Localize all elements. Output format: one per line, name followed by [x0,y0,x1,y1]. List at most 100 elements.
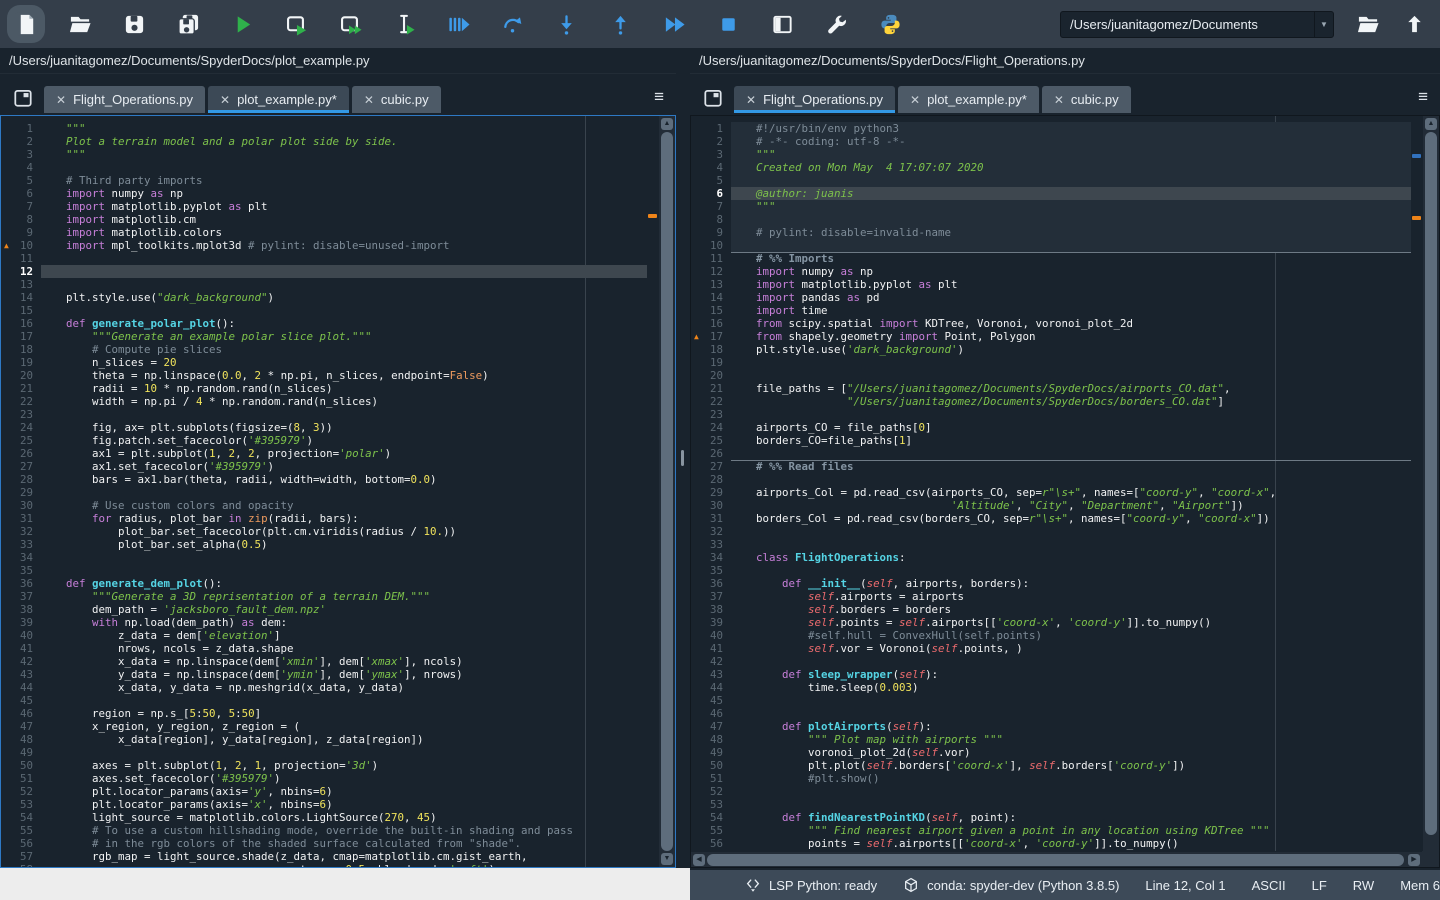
open-file-button[interactable] [68,12,92,36]
line-number[interactable]: 36 [1,577,41,590]
code-line[interactable]: @author: juanis [731,187,1411,200]
code-line[interactable]: points = self.airports[['coord-x', 'coor… [731,837,1411,850]
tab-Flight_Operations.py[interactable]: ✕Flight_Operations.py [44,86,205,113]
line-number[interactable]: 26 [1,447,41,460]
code-line[interactable] [41,551,647,564]
line-number[interactable]: 34 [691,551,731,564]
close-tab-icon[interactable]: ✕ [220,93,230,107]
line-number-gutter[interactable]: 12345678910111213141516▲1718192021222324… [691,116,731,867]
code-line[interactable]: import matplotlib.cm [41,213,647,226]
code-line[interactable]: ax1.set_facecolor('#395979') [41,460,647,473]
close-tab-icon[interactable]: ✕ [746,93,756,107]
code-line[interactable]: light_source = matplotlib.colors.LightSo… [41,811,647,824]
line-number-gutter[interactable]: 123456789▲101112131415161718192021222324… [1,116,41,867]
line-number[interactable]: 5 [691,174,731,187]
scrollbar-thumb[interactable] [661,132,673,851]
run-cell-button[interactable] [284,12,308,36]
scroll-up-button[interactable]: ▲ [661,118,673,130]
line-number[interactable]: 27 [691,460,731,473]
line-number[interactable]: 50 [1,759,41,772]
tab-plot_example.py[interactable]: ✕plot_example.py* [208,86,349,113]
code-line[interactable]: import numpy as np [731,265,1411,278]
code-line[interactable]: self.borders = borders [731,603,1411,616]
line-number[interactable]: 23 [691,408,731,421]
line-number[interactable]: 31 [1,512,41,525]
line-number[interactable]: 55 [1,824,41,837]
line-number[interactable]: 53 [691,798,731,811]
horizontal-scrollbar[interactable]: ◀ ▶ [691,851,1422,867]
code-line[interactable]: x_region, y_region, z_region = ( [41,720,647,733]
line-number[interactable]: 6 [691,187,731,200]
line-number[interactable]: 47 [1,720,41,733]
lsp-status[interactable]: LSP Python: ready [745,877,877,893]
line-number[interactable]: 45 [1,694,41,707]
vertical-scrollbar[interactable]: ▲ [1422,116,1439,851]
line-number[interactable]: 53 [1,798,41,811]
line-number[interactable]: 40 [691,629,731,642]
code-line[interactable]: borders_Col = pd.read_csv(borders_CO, se… [731,512,1411,525]
code-line[interactable]: # Compute pie slices [41,343,647,356]
code-line[interactable]: def __init__(self, airports, borders): [731,577,1411,590]
code-line[interactable]: with np.load(dem_path) as dem: [41,616,647,629]
line-number[interactable]: 39 [691,616,731,629]
line-number[interactable]: 54 [691,811,731,824]
line-number[interactable]: 41 [1,642,41,655]
line-number[interactable]: 29 [1,486,41,499]
pane-splitter[interactable] [676,48,690,868]
code-line[interactable] [41,304,647,317]
working-directory-combobox[interactable]: /Users/juanitagomez/Documents ▼ [1060,11,1334,38]
code-line[interactable]: from shapely.geometry import Point, Poly… [731,330,1411,343]
code-line[interactable]: "/Users/juanitagomez/Documents/SpyderDoc… [731,395,1411,408]
step-into-button[interactable] [554,12,578,36]
line-number[interactable]: 41 [691,642,731,655]
line-number[interactable]: 4 [1,161,41,174]
line-number[interactable]: 32 [691,525,731,538]
preferences-button[interactable] [824,12,848,36]
code-line[interactable] [731,525,1411,538]
line-number[interactable]: 8 [691,213,731,226]
line-number[interactable]: 15 [1,304,41,317]
vertical-scrollbar[interactable]: ▲ ▼ [658,116,675,867]
code-line[interactable]: # To use a custom hillshading mode, over… [41,824,647,837]
line-number[interactable]: 35 [1,564,41,577]
code-line[interactable]: ax1 = plt.subplot(1, 2, 2, projection='p… [41,447,647,460]
line-number[interactable]: 22 [1,395,41,408]
line-number[interactable]: 54 [1,811,41,824]
code-area[interactable]: #!/usr/bin/env python3# -*- coding: utf-… [731,116,1411,867]
code-editor[interactable]: 123456789▲101112131415161718192021222324… [0,115,676,868]
code-line[interactable]: # pylint: disable=invalid-name [731,226,1411,239]
line-number[interactable]: 13 [691,278,731,291]
line-number[interactable]: 46 [1,707,41,720]
scroll-left-button[interactable]: ◀ [693,854,705,866]
chevron-down-icon[interactable]: ▼ [1314,12,1333,37]
line-number[interactable]: 57 [1,850,41,863]
close-tab-icon[interactable]: ✕ [910,93,920,107]
line-number[interactable]: 40 [1,629,41,642]
code-line[interactable]: """ [41,148,647,161]
line-number[interactable]: 1 [691,122,731,135]
code-line[interactable] [41,564,647,577]
code-line[interactable]: import pandas as pd [731,291,1411,304]
code-line[interactable] [41,161,647,174]
code-line[interactable]: fig, ax= plt.subplots(figsize=(8, 3)) [41,421,647,434]
code-line[interactable]: self.points = self.airports[['coord-x', … [731,616,1411,629]
code-line[interactable] [731,408,1411,421]
line-number[interactable]: 26 [691,447,731,460]
code-line[interactable] [41,694,647,707]
code-line[interactable]: """ [731,200,1411,213]
line-number[interactable]: 52 [691,785,731,798]
code-line[interactable]: time.sleep(0.003) [731,681,1411,694]
code-line[interactable] [731,564,1411,577]
code-line[interactable]: plot_bar.set_alpha(0.5) [41,538,647,551]
save-file-button[interactable] [122,12,146,36]
line-number[interactable]: 51 [691,772,731,785]
line-number[interactable]: 58 [1,863,41,867]
line-number[interactable]: 31 [691,512,731,525]
code-line[interactable]: x_data = np.linspace(dem['xmin'], dem['x… [41,655,647,668]
line-number[interactable]: 48 [1,733,41,746]
code-line[interactable]: airports_CO = file_paths[0] [731,421,1411,434]
code-line[interactable]: def sleep_wrapper(self): [731,668,1411,681]
line-number[interactable]: 42 [691,655,731,668]
code-line[interactable]: #plt.show() [731,772,1411,785]
line-number[interactable]: 56 [1,837,41,850]
